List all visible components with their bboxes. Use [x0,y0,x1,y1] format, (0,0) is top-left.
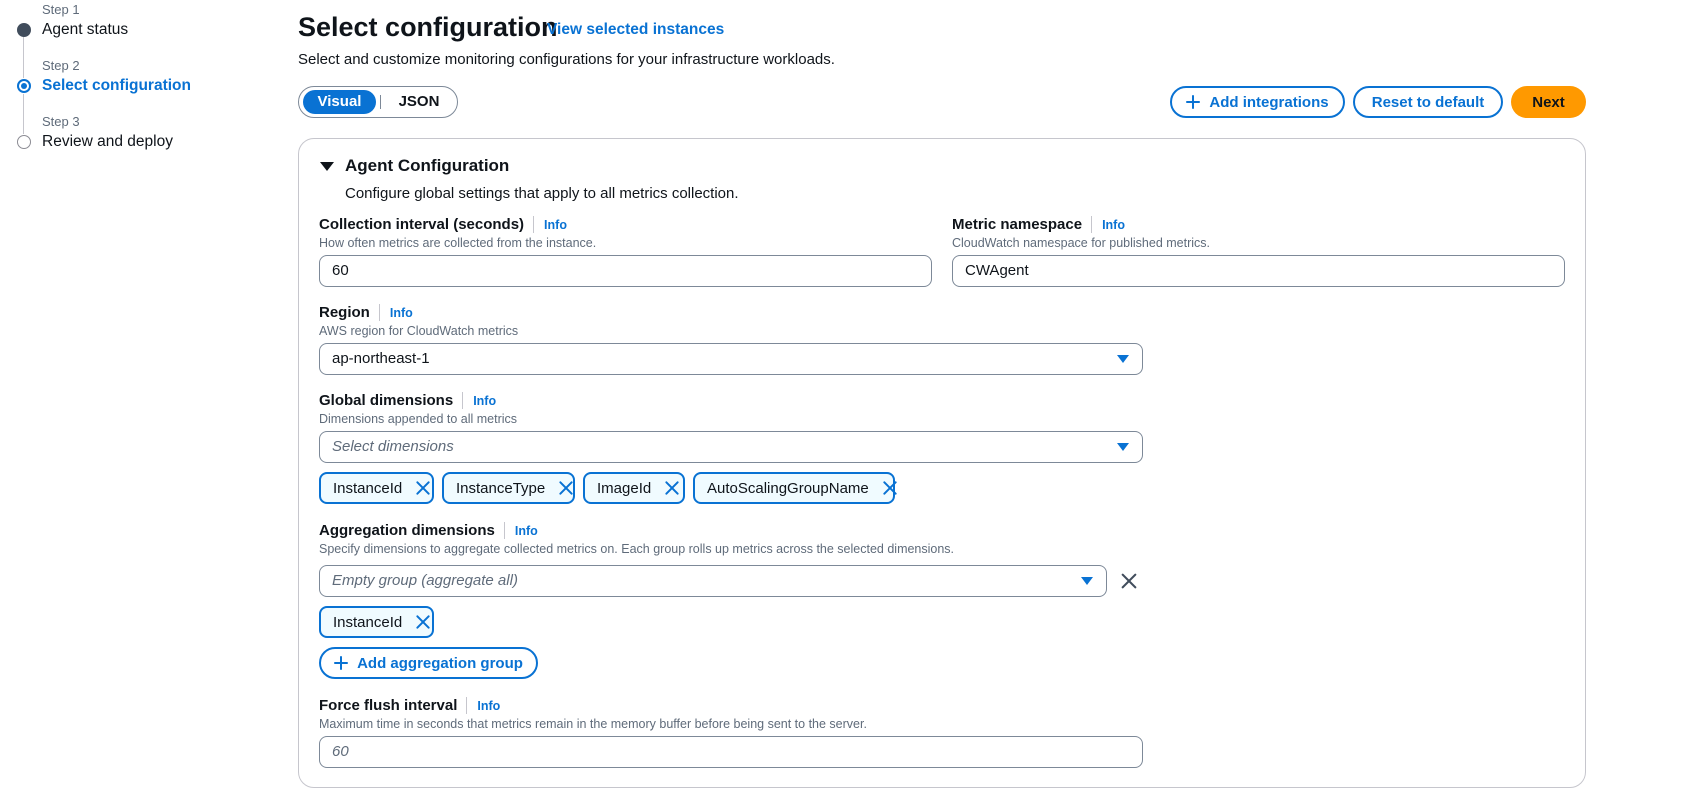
info-divider [533,216,535,233]
agent-configuration-description: Configure global settings that apply to … [345,185,739,202]
region-label: Region Info [319,304,413,321]
remove-token-icon[interactable] [559,481,563,495]
collection-interval-label-text: Collection interval (seconds) [319,216,525,233]
dimension-token: InstanceId [319,472,434,504]
step-number: Step 3 [42,114,80,129]
metric-namespace-label-text: Metric namespace [952,216,1083,233]
step-connector [23,32,24,78]
aggregation-dimensions-info-link[interactable]: Info [515,524,538,538]
caret-down-icon [1117,355,1129,363]
add-integrations-button[interactable]: Add integrations [1170,86,1345,118]
step-number: Step 2 [42,58,80,73]
region-label-text: Region [319,304,370,321]
visual-mode-option[interactable]: Visual [303,90,376,114]
metric-namespace-input[interactable]: CWAgent [952,255,1565,287]
aggregation-dimensions-label: Aggregation dimensions Info [319,522,538,539]
collection-interval-input[interactable]: 60 [319,255,932,287]
info-divider [378,304,380,321]
close-icon[interactable] [1121,573,1137,589]
force-flush-interval-label: Force flush interval Info [319,697,500,714]
info-divider [466,697,468,714]
step-select-configuration[interactable]: Select configuration [42,77,191,95]
step-current-icon [17,79,31,93]
force-flush-interval-hint: Maximum time in seconds that metrics rem… [319,717,867,731]
token-label: InstanceId [333,613,403,631]
aggregation-token: InstanceId [319,606,434,638]
remove-token-icon[interactable] [665,481,673,495]
collection-interval-hint: How often metrics are collected from the… [319,236,597,250]
global-dimensions-multiselect[interactable]: Select dimensions [319,431,1143,463]
segment-divider [380,95,381,109]
info-divider [462,392,464,409]
collection-interval-label: Collection interval (seconds) Info [319,216,567,233]
add-aggregation-group-label: Add aggregation group [357,654,523,672]
remove-token-icon[interactable] [416,615,422,629]
agent-configuration-heading[interactable]: Agent Configuration [345,156,509,176]
aggregation-dimensions-label-text: Aggregation dimensions [319,522,495,539]
add-integrations-label: Add integrations [1209,93,1329,111]
global-dimensions-hint: Dimensions appended to all metrics [319,412,518,426]
region-info-link[interactable]: Info [390,306,413,320]
global-dimensions-info-link[interactable]: Info [473,394,496,408]
step-number: Step 1 [42,2,80,17]
force-flush-interval-input[interactable]: 60 [319,736,1143,768]
metric-namespace-hint: CloudWatch namespace for published metri… [952,236,1210,250]
token-label: InstanceId [333,479,403,497]
reset-to-default-button[interactable]: Reset to default [1353,86,1503,118]
plus-icon [1186,95,1201,109]
add-aggregation-group-button[interactable]: Add aggregation group [319,647,538,679]
caret-down-icon [1081,577,1093,585]
caret-down-icon [1117,443,1129,451]
view-mode-toggle: Visual JSON [298,86,458,118]
dimension-token: InstanceType [442,472,575,504]
global-dimensions-placeholder: Select dimensions [332,438,454,455]
global-dimensions-label-text: Global dimensions [319,392,454,409]
force-flush-interval-label-text: Force flush interval [319,697,458,714]
region-hint: AWS region for CloudWatch metrics [319,324,519,338]
view-selected-instances-link[interactable]: View selected instances [547,21,724,39]
aggregation-dimensions-hint: Specify dimensions to aggregate collecte… [319,542,955,556]
step-review-and-deploy: Review and deploy [42,133,173,150]
step-connector [23,94,24,134]
region-select[interactable]: ap-northeast-1 [319,343,1143,375]
next-button[interactable]: Next [1511,86,1586,118]
step-completed-icon [17,23,31,37]
plus-icon [334,656,349,670]
info-divider [1091,216,1093,233]
token-label: InstanceType [456,479,546,497]
global-dimensions-label: Global dimensions Info [319,392,496,409]
json-mode-option[interactable]: JSON [387,90,451,114]
page-description: Select and customize monitoring configur… [298,51,835,68]
force-flush-interval-info-link[interactable]: Info [477,699,500,713]
step-pending-icon [17,135,31,149]
token-label: AutoScalingGroupName [707,479,869,497]
info-divider [503,522,505,539]
metric-namespace-label: Metric namespace Info [952,216,1125,233]
region-selected-value: ap-northeast-1 [332,350,430,367]
step-agent-status[interactable]: Agent status [42,21,128,39]
aggregation-group-placeholder: Empty group (aggregate all) [332,572,518,589]
collection-interval-info-link[interactable]: Info [544,218,567,232]
page-title: Select configuration [298,12,558,42]
token-label: ImageId [597,479,652,497]
dimension-token: ImageId [583,472,685,504]
remove-token-icon[interactable] [416,481,422,495]
aggregation-group-multiselect[interactable]: Empty group (aggregate all) [319,565,1107,597]
caret-down-icon[interactable] [320,162,334,171]
dimension-token: AutoScalingGroupName [693,472,895,504]
metric-namespace-info-link[interactable]: Info [1102,218,1125,232]
